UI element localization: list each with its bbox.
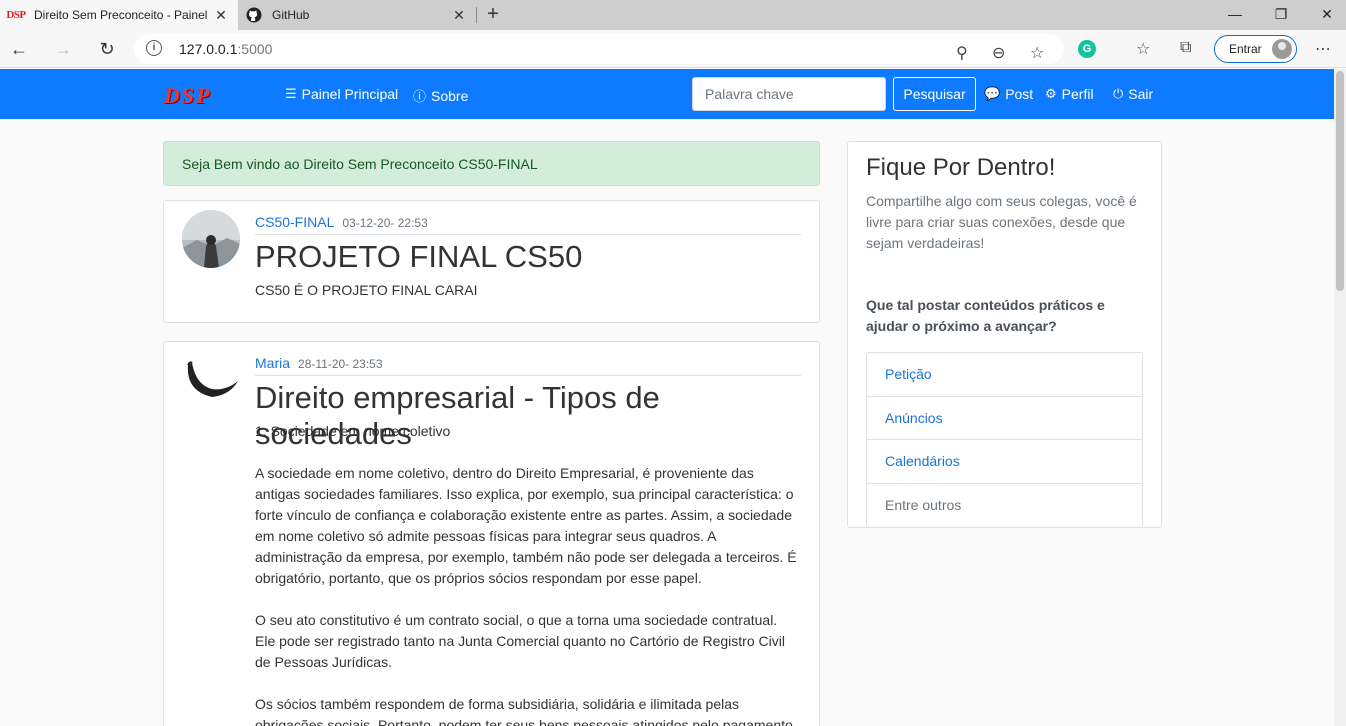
url-bar[interactable]: i 127.0.0.1:5000 ⚲ ⊖ ☆ (134, 34, 1064, 64)
reload-button[interactable]: ↻ (92, 34, 122, 64)
nav-link-sobre[interactable]: ⓘ Sobre (413, 86, 468, 105)
github-icon (246, 7, 262, 23)
sidebar-list: Petição Anúncios Calendários Entre outro… (866, 352, 1143, 528)
post-card: Maria 28-11-20- 23:53 Direito empresarial… (163, 341, 820, 726)
post-paragraph: Os sócios também respondem de forma subs… (255, 696, 793, 726)
dsp-favicon-icon: DSP (6, 9, 26, 21)
user-cog-icon: ⚙ (1045, 86, 1057, 101)
sidebar-item-entre-outros: Entre outros (885, 496, 962, 513)
address-toolbar: ← → ↻ i 127.0.0.1:5000 ⚲ ⊖ ☆ G ☆ ⧉ Entra… (0, 30, 1346, 68)
power-icon: ⏻ (1113, 86, 1124, 101)
welcome-alert: Seja Bem vindo ao Direito Sem Preconceit… (163, 141, 820, 186)
scrollbar-thumb[interactable] (1336, 71, 1344, 291)
site-logo[interactable]: DSP (164, 83, 212, 109)
main-content: Seja Bem vindo ao Direito Sem Preconceit… (0, 119, 1334, 726)
post-author-link[interactable]: CS50-FINAL (255, 214, 334, 230)
avatar-icon (1272, 39, 1292, 59)
search-button[interactable]: Pesquisar (893, 77, 976, 111)
tab-separator (476, 7, 477, 23)
post-title[interactable]: PROJETO FINAL CS50 (255, 239, 582, 275)
sidebar-item-calendarios[interactable]: Calendários (867, 440, 1142, 484)
nav-link-sair[interactable]: ⏻ Sair (1113, 86, 1153, 102)
zoom-out-icon[interactable]: ⊖ (992, 43, 1005, 63)
browser-tab-bar: DSP Direito Sem Preconceito - Painel ✕ G… (0, 0, 1346, 30)
post-author-link[interactable]: Maria (255, 355, 290, 371)
post-paragraph: A sociedade em nome coletivo, dentro do … (255, 465, 797, 586)
minimize-button[interactable]: — (1212, 0, 1258, 30)
close-window-button[interactable]: ✕ (1304, 0, 1346, 30)
info-icon[interactable]: i (146, 40, 162, 56)
browser-tab-github[interactable]: GitHub ✕ (238, 0, 476, 30)
author-avatar[interactable] (182, 351, 240, 409)
tab-title: GitHub (272, 8, 310, 22)
search-input[interactable] (692, 77, 886, 111)
nav-link-painel[interactable]: ☰ Painel Principal (285, 86, 398, 102)
post-body: CS50 É O PROJETO FINAL CARAI (255, 282, 478, 298)
favorites-list-icon[interactable]: ☆ (1136, 39, 1150, 59)
post-body: 1. Sociedade em nome coletivo A sociedad… (255, 421, 801, 726)
sign-in-button[interactable]: Entrar (1214, 35, 1297, 63)
sidebar-item-peticao[interactable]: Petição (867, 353, 1142, 397)
close-tab-icon[interactable]: ✕ (448, 7, 470, 24)
url-text: 127.0.0.1:5000 (179, 41, 273, 57)
sidebar-title: Fique Por Dentro! (866, 154, 1056, 181)
more-menu-icon[interactable]: ⋯ (1315, 39, 1332, 59)
comments-icon: 💬 (984, 86, 1001, 101)
post-paragraph: O seu ato constitutivo é um contrato soc… (255, 612, 785, 670)
post-meta: Maria 28-11-20- 23:53 (255, 355, 801, 376)
close-tab-icon[interactable]: ✕ (210, 7, 232, 24)
back-button[interactable]: ← (4, 34, 34, 64)
post-date: 28-11-20- 23:53 (298, 357, 383, 371)
author-avatar[interactable] (182, 210, 240, 268)
post-date: 03-12-20- 22:53 (342, 216, 428, 230)
browser-tab-active[interactable]: DSP Direito Sem Preconceito - Painel ✕ (0, 0, 238, 30)
nav-link-perfil[interactable]: ⚙ Perfil (1045, 86, 1094, 102)
vertical-scrollbar[interactable] (1334, 69, 1346, 726)
favorite-star-icon[interactable]: ☆ (1030, 43, 1044, 63)
sidebar-question: Que tal postar conteúdos práticos e ajud… (866, 297, 1105, 334)
collections-icon[interactable]: ⧉ (1180, 39, 1191, 57)
grammarly-extension-icon[interactable]: G (1078, 40, 1096, 58)
site-navbar: DSP ☰ Painel Principal ⓘ Sobre Pesquisar… (0, 69, 1334, 119)
post-card: CS50-FINAL 03-12-20- 22:53 PROJETO FINAL … (163, 200, 820, 323)
new-tab-button[interactable]: + (480, 2, 506, 28)
post-meta: CS50-FINAL 03-12-20- 22:53 (255, 214, 801, 235)
sidebar-description: Compartilhe algo com seus colegas, você … (866, 193, 1137, 251)
question-icon: ⓘ (413, 89, 427, 104)
forward-button[interactable]: → (48, 34, 78, 64)
list-icon: ☰ (285, 86, 297, 101)
maximize-button[interactable]: ❐ (1258, 0, 1304, 30)
tab-title: Direito Sem Preconceito - Painel (34, 8, 208, 22)
key-search-icon[interactable]: ⚲ (956, 43, 968, 63)
nav-link-post[interactable]: 💬 Post (984, 86, 1033, 102)
post-paragraph: 1. Sociedade em nome coletivo (255, 423, 451, 439)
sidebar-card: Fique Por Dentro! Compartilhe algo com s… (847, 141, 1162, 528)
sidebar-item-anuncios[interactable]: Anúncios (867, 397, 1142, 440)
